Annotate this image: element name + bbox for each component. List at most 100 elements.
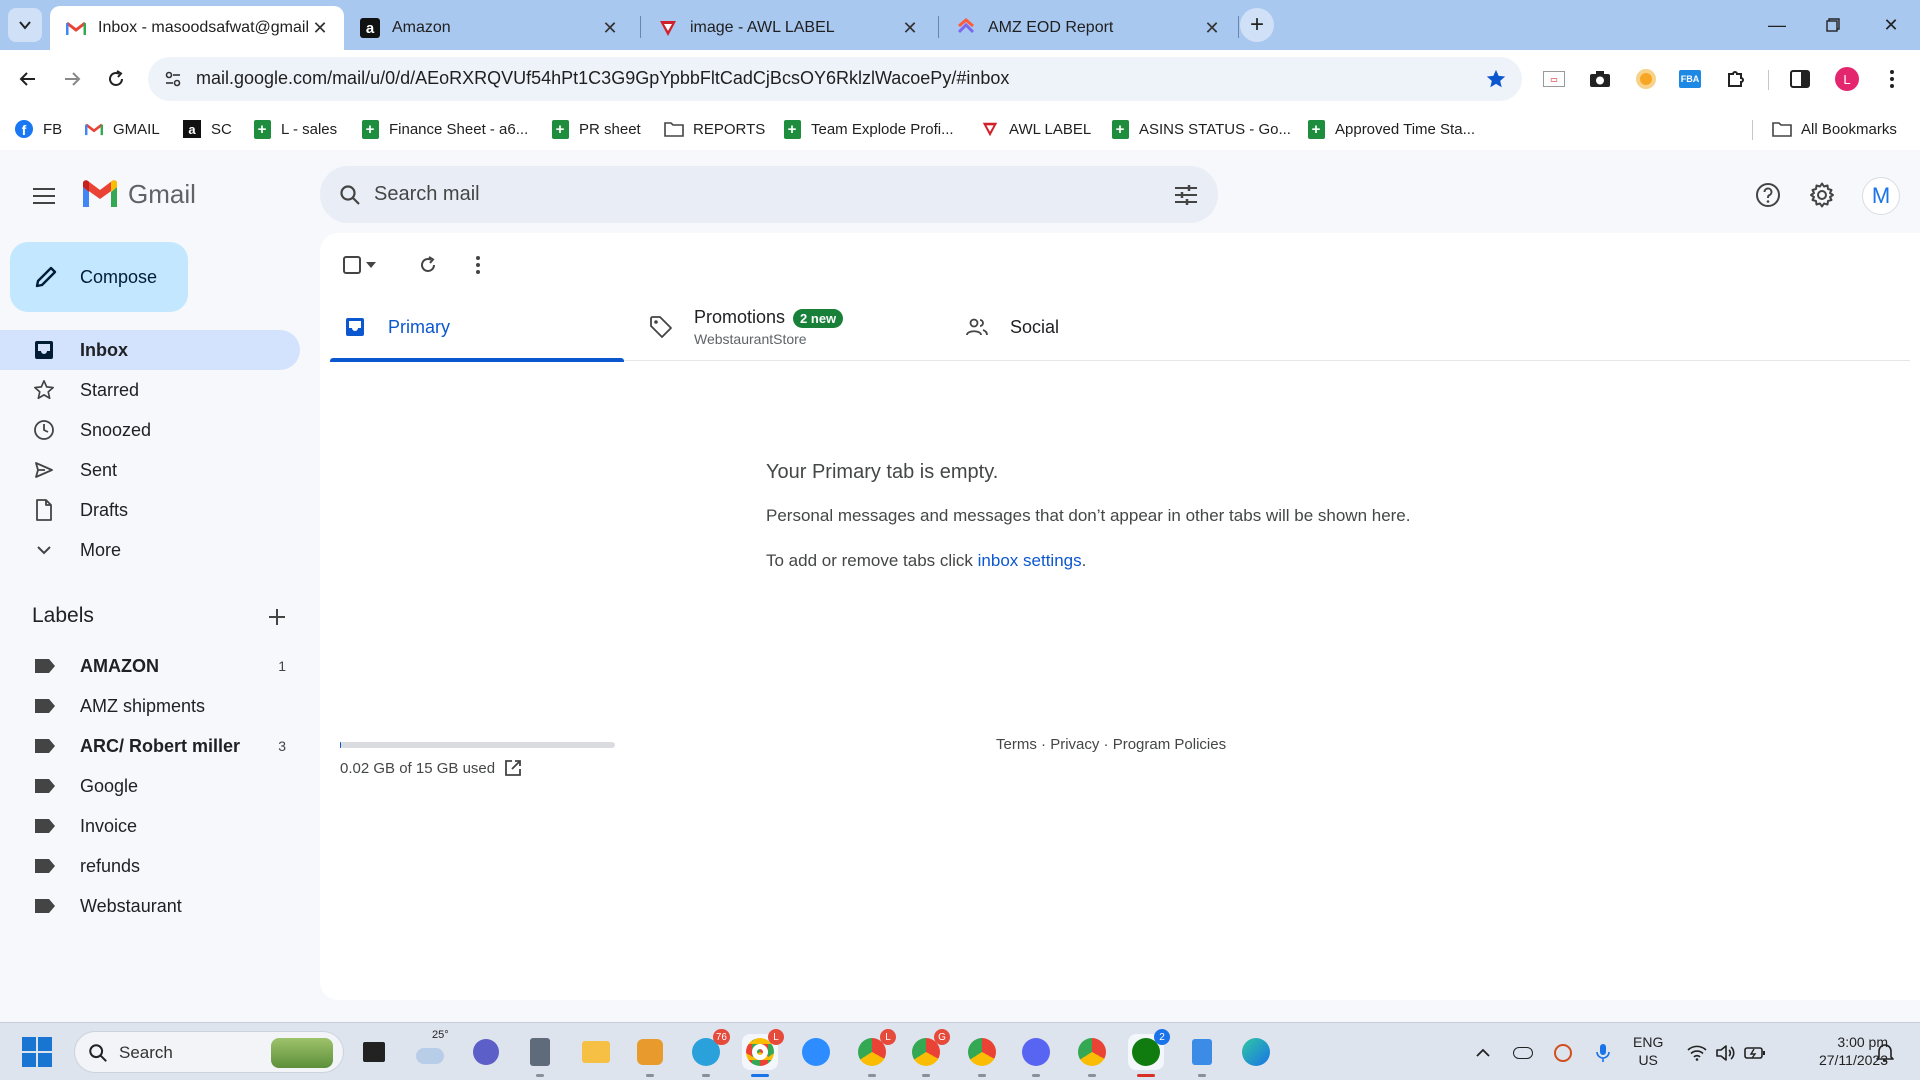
more-actions-button[interactable] (464, 251, 492, 279)
show-hidden-icons-button[interactable] (1472, 1042, 1494, 1064)
bookmark-finance-sheet[interactable]: + Finance Sheet - a6... (360, 118, 528, 140)
close-icon[interactable]: ✕ (310, 18, 330, 38)
search-icon[interactable] (336, 181, 364, 209)
wifi-tray[interactable] (1686, 1042, 1708, 1064)
microphone-tray[interactable] (1592, 1042, 1614, 1064)
bookmark-sc[interactable]: a SC (182, 118, 232, 140)
bookmark-gmail[interactable]: GMAIL (84, 118, 160, 140)
bookmark-folder-reports[interactable]: REPORTS (664, 118, 765, 140)
tab-search-button[interactable] (8, 8, 42, 42)
taskbar-chrome-5[interactable] (1074, 1034, 1110, 1077)
new-tab-button[interactable]: + (1240, 8, 1274, 42)
side-panel-icon[interactable] (1786, 65, 1814, 93)
nav-item-starred[interactable]: Starred (0, 370, 300, 410)
gmail-logo[interactable]: Gmail (80, 174, 196, 214)
extension-camera-icon[interactable] (1586, 65, 1614, 93)
browser-tab-amz-eod[interactable]: AMZ EOD Report ✕ (940, 6, 1236, 50)
inbox-settings-link[interactable]: inbox settings (978, 551, 1082, 570)
bookmark-team-explode[interactable]: + Team Explode Profi... (782, 118, 954, 140)
browser-menu-icon[interactable] (1878, 65, 1906, 93)
taskbar-app-lion[interactable] (632, 1034, 668, 1077)
terms-link[interactable]: Terms (996, 736, 1037, 753)
taskbar-clock[interactable]: 3:00 pm 27/11/2023 (1788, 1033, 1888, 1069)
label-item-google[interactable]: Google (0, 766, 300, 806)
restore-button[interactable] (1818, 10, 1848, 40)
browser-profile-avatar[interactable]: L (1835, 67, 1859, 91)
bookmark-asins-status[interactable]: + ASINS STATUS - Go... (1110, 118, 1291, 140)
extensions-puzzle-icon[interactable] (1722, 65, 1750, 93)
account-avatar[interactable]: M (1862, 177, 1900, 215)
compose-button[interactable]: Compose (10, 242, 188, 312)
label-item-arc-robert-miller[interactable]: ARC/ Robert miller 3 (0, 726, 300, 766)
site-info-icon[interactable] (162, 68, 184, 90)
taskbar-search[interactable]: Search (74, 1031, 344, 1073)
refresh-button[interactable] (414, 251, 442, 279)
sync-tray[interactable] (1552, 1042, 1574, 1064)
onedrive-tray[interactable] (1512, 1042, 1534, 1064)
taskbar-calculator[interactable] (522, 1034, 558, 1077)
nav-item-sent[interactable]: Sent (0, 450, 300, 490)
label-item-amazon[interactable]: AMAZON 1 (0, 646, 300, 686)
taskbar-chrome-profile-l[interactable]: L (742, 1029, 784, 1077)
bookmark-l-sales[interactable]: + L - sales (252, 118, 337, 140)
tab-promotions[interactable]: Promotions 2 new WebstaurantStore (648, 293, 948, 361)
battery-tray[interactable] (1744, 1042, 1766, 1064)
bookmark-star-icon[interactable] (1484, 67, 1508, 91)
nav-item-more[interactable]: More (0, 530, 300, 570)
nav-item-inbox[interactable]: Inbox (0, 330, 300, 370)
browser-tab-gmail[interactable]: Inbox - masoodsafwat@gmail. ✕ (50, 6, 344, 50)
browser-tab-awl[interactable]: image - AWL LABEL ✕ (642, 6, 934, 50)
label-item-amz-shipments[interactable]: AMZ shipments (0, 686, 300, 726)
label-item-webstaurant[interactable]: Webstaurant (0, 886, 300, 926)
all-bookmarks-button[interactable]: All Bookmarks (1772, 118, 1897, 140)
support-button[interactable] (1748, 175, 1788, 215)
bookmark-pr-sheet[interactable]: + PR sheet (550, 118, 641, 140)
input-language-indicator[interactable]: ENG US (1633, 1033, 1663, 1069)
url-text[interactable]: mail.google.com/mail/u/0/d/AEoRXRQVUf54h… (196, 68, 1009, 89)
extension-circle-icon[interactable] (1632, 65, 1660, 93)
bookmark-fb[interactable]: f FB (14, 118, 62, 140)
extension-fba-icon[interactable]: FBA (1676, 65, 1704, 93)
address-bar[interactable]: mail.google.com/mail/u/0/d/AEoRXRQVUf54h… (148, 57, 1522, 101)
bookmark-approved-time[interactable]: + Approved Time Sta... (1306, 118, 1475, 140)
taskbar-task-view[interactable] (356, 1034, 392, 1070)
start-button[interactable] (22, 1037, 52, 1067)
taskbar-xbox[interactable]: 2 (1128, 1029, 1170, 1077)
tab-social[interactable]: Social (964, 293, 1264, 361)
bookmark-awl-label[interactable]: AWL LABEL (980, 118, 1091, 140)
taskbar-zoom[interactable] (798, 1034, 834, 1070)
label-item-invoice[interactable]: Invoice (0, 806, 300, 846)
forward-button[interactable] (56, 63, 88, 95)
privacy-link[interactable]: Privacy (1050, 736, 1099, 753)
storage-manage-link[interactable] (502, 757, 524, 779)
close-icon[interactable]: ✕ (600, 18, 620, 38)
taskbar-teams-chat[interactable] (468, 1034, 504, 1070)
close-icon[interactable]: ✕ (900, 18, 920, 38)
search-bar[interactable] (320, 166, 1218, 223)
program-policies-link[interactable]: Program Policies (1113, 736, 1226, 753)
taskbar-discord[interactable] (1018, 1034, 1054, 1077)
taskbar-telegram[interactable]: 76 (688, 1029, 730, 1077)
taskbar-file-explorer[interactable] (578, 1034, 614, 1070)
create-label-button[interactable] (262, 602, 292, 632)
minimize-button[interactable]: — (1762, 10, 1792, 40)
taskbar-chrome-2[interactable]: L (854, 1029, 896, 1077)
search-input[interactable] (374, 176, 1134, 212)
main-menu-button[interactable] (24, 176, 64, 216)
nav-item-snoozed[interactable]: Snoozed (0, 410, 300, 450)
taskbar-chrome-3[interactable]: G (908, 1029, 950, 1077)
close-icon[interactable]: ✕ (1202, 18, 1222, 38)
label-item-refunds[interactable]: refunds (0, 846, 300, 886)
notifications-button[interactable] (1874, 1042, 1896, 1064)
close-window-button[interactable]: ✕ (1876, 10, 1906, 40)
taskbar-notepad[interactable] (1184, 1034, 1220, 1077)
browser-tab-amazon[interactable]: a Amazon ✕ (344, 6, 634, 50)
taskbar-chrome-4[interactable] (964, 1034, 1000, 1077)
back-button[interactable] (12, 63, 44, 95)
search-options-icon[interactable] (1172, 181, 1200, 209)
extension-1-icon[interactable]: ▭ (1540, 65, 1568, 93)
nav-item-drafts[interactable]: Drafts (0, 490, 300, 530)
taskbar-edge[interactable] (1238, 1034, 1274, 1070)
volume-tray[interactable] (1714, 1042, 1736, 1064)
reload-button[interactable] (100, 63, 132, 95)
